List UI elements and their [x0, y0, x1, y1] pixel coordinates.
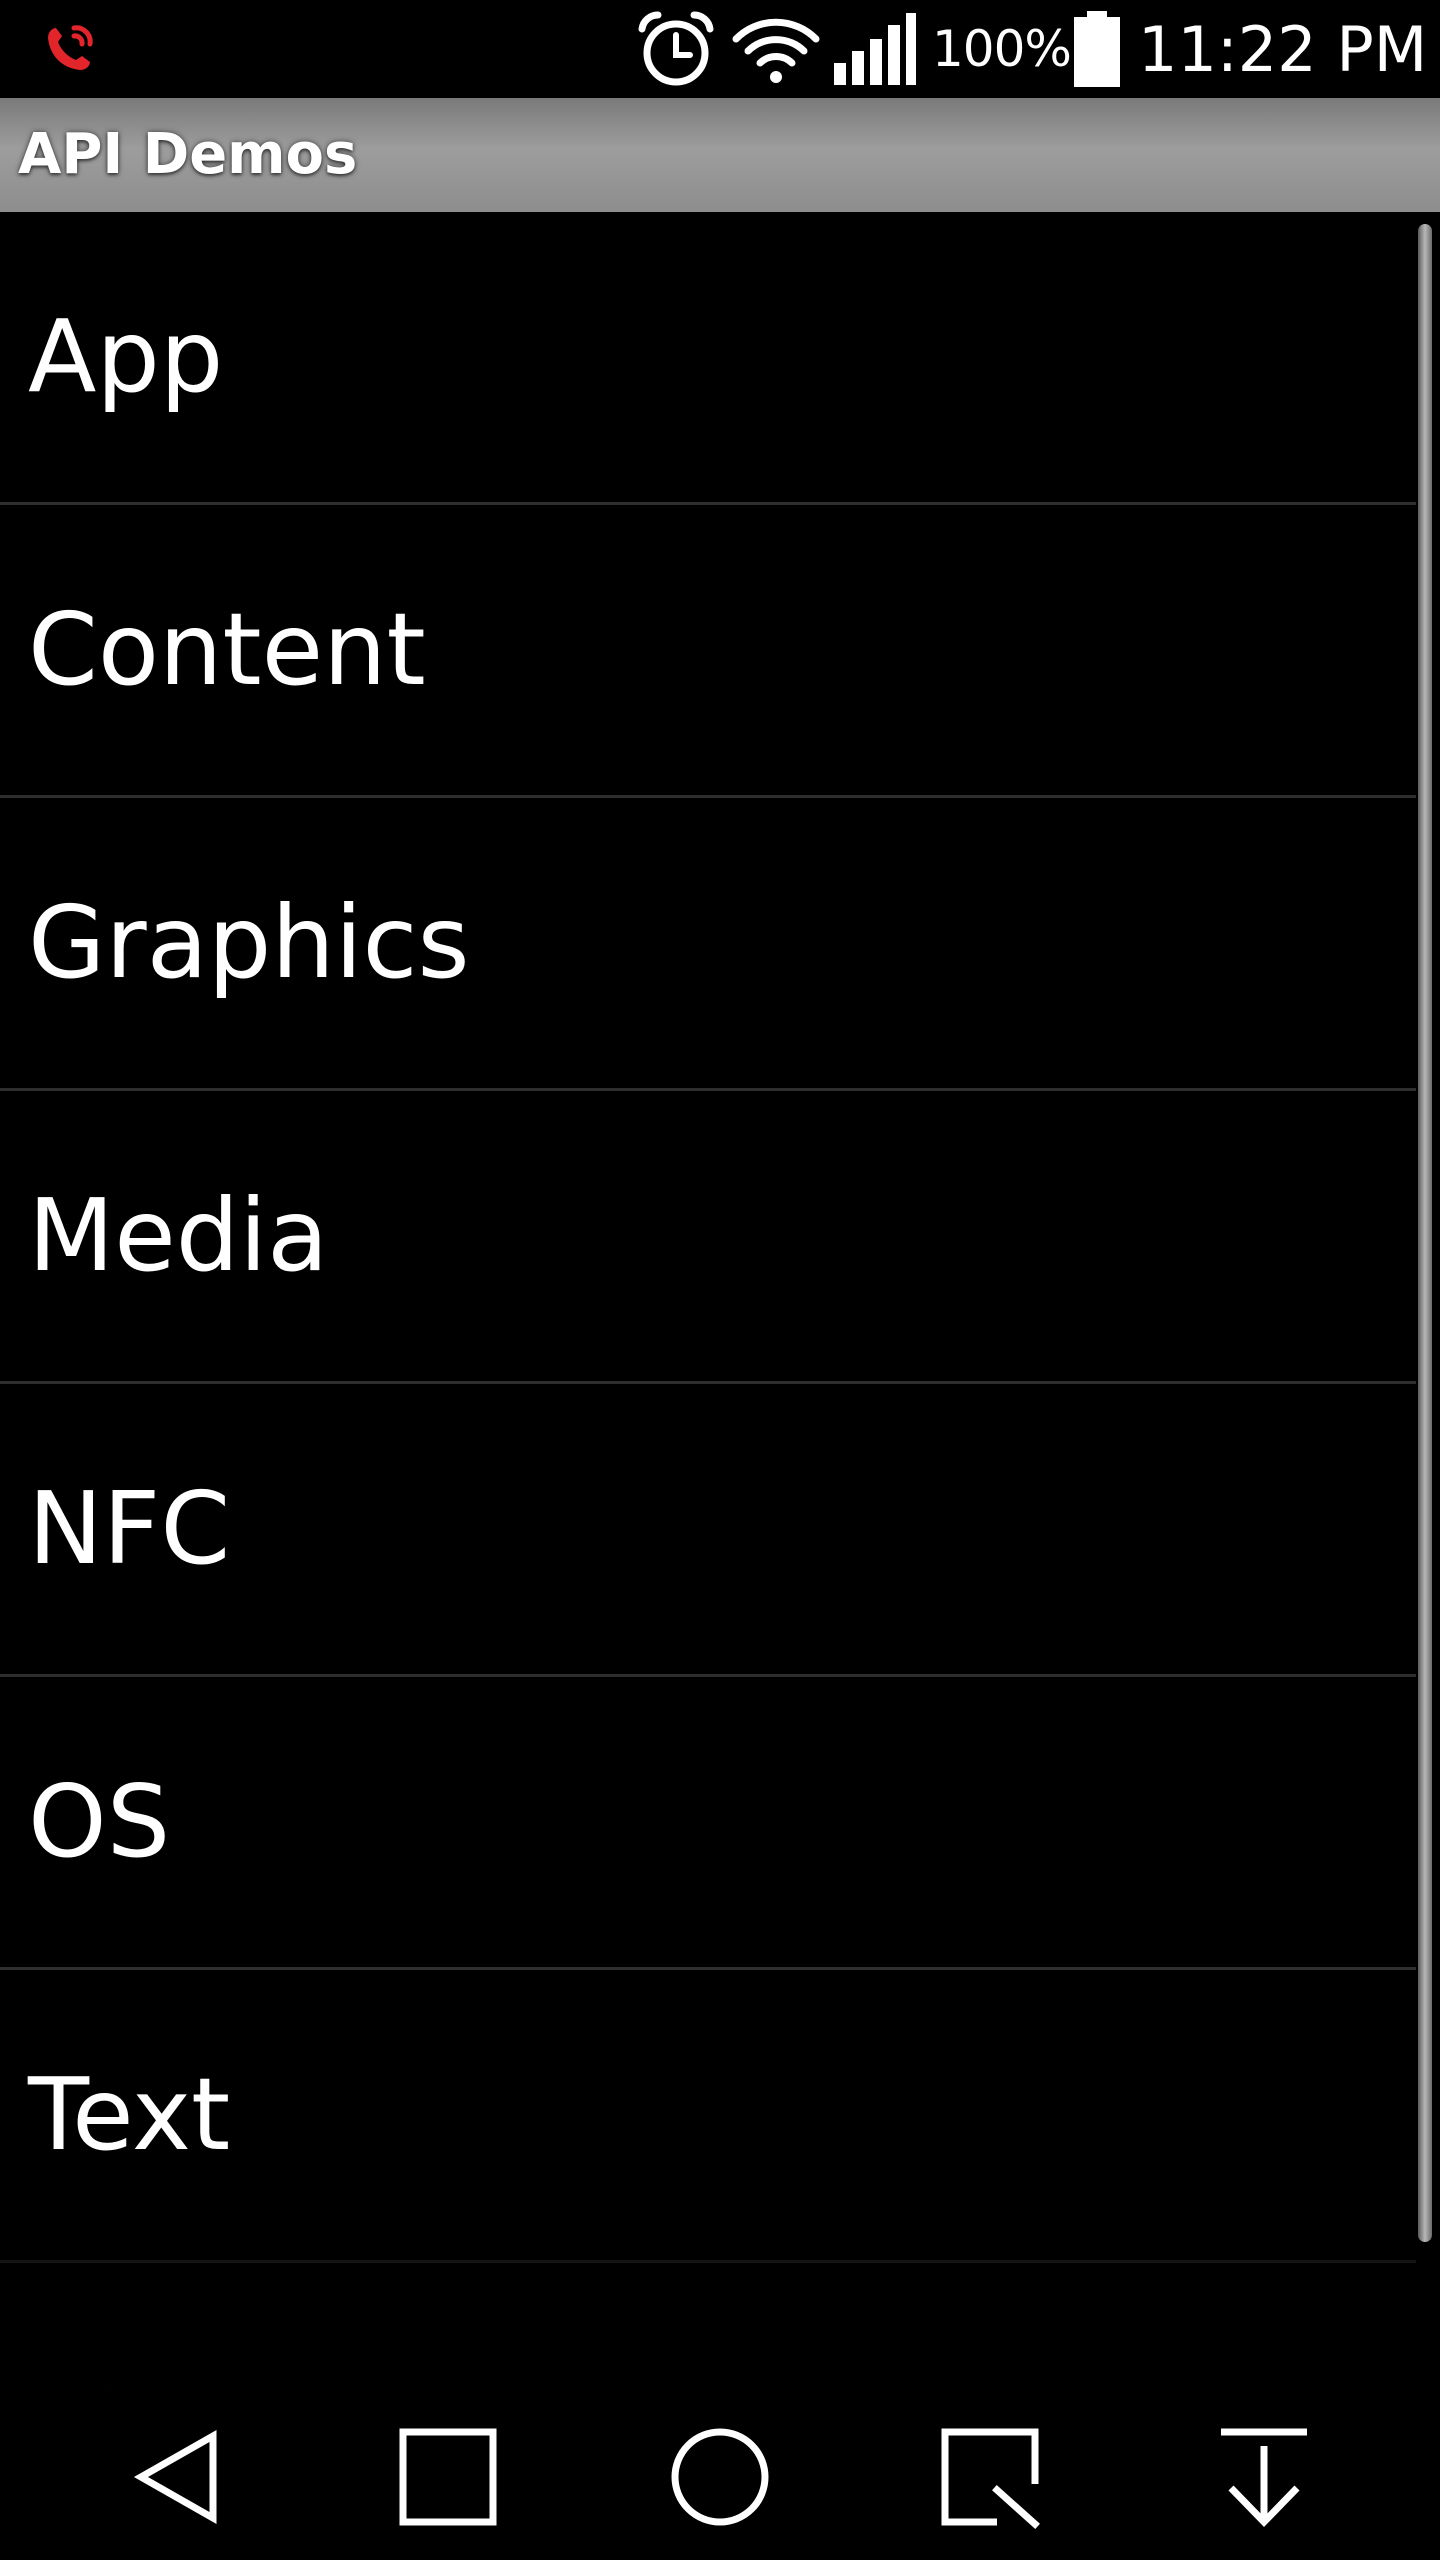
list-item-label: OS [28, 1763, 171, 1880]
clock: 11:22 PM [1138, 12, 1428, 86]
list-item-os[interactable]: OS [0, 1677, 1416, 1970]
recents-icon [399, 2428, 497, 2526]
list-item-nfc[interactable]: NFC [0, 1384, 1416, 1677]
notification-pulldown-button[interactable] [1194, 2394, 1334, 2560]
battery-percent: 100% [932, 20, 1072, 78]
battery-icon [1072, 0, 1122, 98]
cell-signal-icon [832, 0, 918, 98]
home-icon [671, 2428, 769, 2526]
qslide-button[interactable] [920, 2394, 1060, 2560]
list-item-label: Content [28, 591, 426, 708]
status-bar: 100% 11:22 PM [0, 0, 1440, 98]
recents-button[interactable] [378, 2394, 518, 2560]
list-item-label: Graphics [28, 884, 470, 1001]
list-item-content[interactable]: Content [0, 505, 1416, 798]
list-item-views[interactable]: Views [0, 2263, 1416, 2394]
scrollbar[interactable] [1418, 224, 1432, 2242]
list-item-label: Media [28, 1177, 329, 1294]
app-title: API Demos [18, 122, 358, 187]
list-item-graphics[interactable]: Graphics [0, 798, 1416, 1091]
list-item-media[interactable]: Media [0, 1091, 1416, 1384]
qslide-icon [941, 2428, 1040, 2529]
screen: 100% 11:22 PM API Demos App Content Grap… [0, 0, 1440, 2560]
missed-call-icon [34, 0, 104, 98]
action-bar: API Demos [0, 98, 1440, 212]
list-item-label: Text [28, 2056, 231, 2173]
wifi-icon [730, 0, 822, 98]
list-item-text[interactable]: Text [0, 1970, 1416, 2263]
list-item-label: App [28, 298, 224, 415]
navigation-bar [0, 2394, 1440, 2560]
back-button[interactable] [108, 2394, 248, 2560]
back-icon [133, 2429, 217, 2525]
list-item-label: NFC [28, 1470, 231, 1587]
list-item-app[interactable]: App [0, 212, 1416, 505]
notification-pulldown-icon [1221, 2428, 1307, 2528]
home-button[interactable] [650, 2394, 790, 2560]
alarm-clock-icon [634, 0, 718, 98]
list-item-label: Views [28, 2363, 317, 2394]
demo-category-list[interactable]: App Content Graphics Media NFC OS Text V… [0, 212, 1416, 2394]
